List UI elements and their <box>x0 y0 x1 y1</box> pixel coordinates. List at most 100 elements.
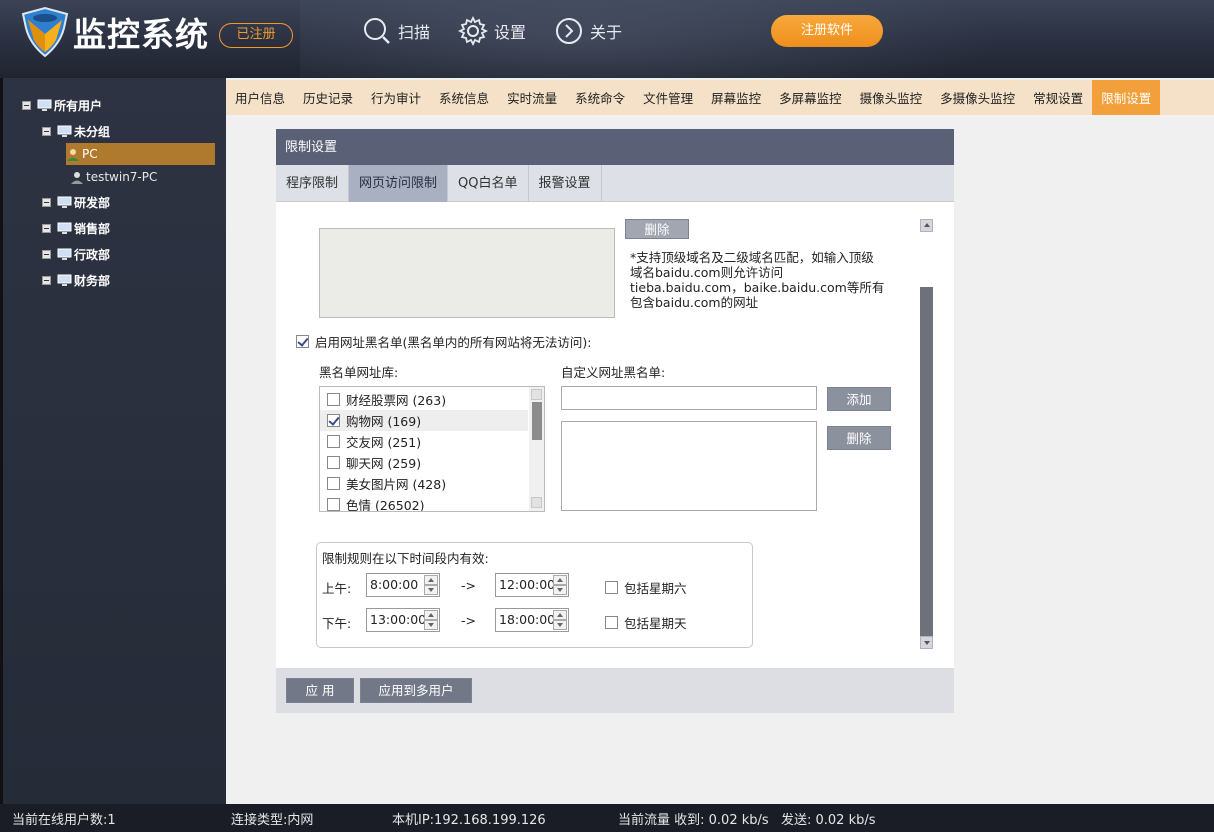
list-item[interactable]: 交友网 (251) <box>320 431 528 452</box>
tree-node-pc[interactable]: PC <box>66 143 215 165</box>
collapse-icon[interactable] <box>42 249 51 259</box>
tree-node-testwin7-pc[interactable]: testwin7-PC <box>70 167 157 187</box>
collapse-icon[interactable] <box>42 223 51 233</box>
include-sunday-option[interactable]: 包括星期天 <box>605 613 687 632</box>
user-icon <box>67 148 79 161</box>
tree-label: PC <box>82 147 98 161</box>
tab-multi-screen-monitor[interactable]: 多屏幕监控 <box>770 80 851 115</box>
tab-file-manager[interactable]: 文件管理 <box>634 80 702 115</box>
list-item[interactable]: 财经股票网 (263) <box>320 389 528 410</box>
scroll-down-icon[interactable] <box>920 636 933 649</box>
include-sunday-checkbox[interactable] <box>605 616 618 629</box>
spin-down-icon[interactable] <box>553 585 567 595</box>
scan-button[interactable]: 扫描 <box>362 16 430 46</box>
web-restriction-content: 删除 *支持顶级域名及二级域名匹配，如输入顶级域名baidu.com则允许访问t… <box>276 202 954 668</box>
settings-button[interactable]: 设置 <box>458 16 526 46</box>
subtab-qq-whitelist[interactable]: QQ白名单 <box>448 165 529 202</box>
tab-system-command[interactable]: 系统命令 <box>566 80 634 115</box>
lib-item-checkbox[interactable] <box>327 393 340 406</box>
spin-up-icon[interactable] <box>553 610 567 620</box>
spin-up-icon[interactable] <box>424 575 438 585</box>
about-button[interactable]: 关于 <box>554 16 622 46</box>
tab-behavior-audit[interactable]: 行为审计 <box>362 80 430 115</box>
lib-item-label: 美女图片网 (428) <box>346 477 447 492</box>
custom-url-input[interactable] <box>561 386 817 410</box>
tree-node-admin[interactable]: 行政部 <box>42 244 110 264</box>
monitor-group-icon <box>37 99 52 111</box>
scroll-up-icon[interactable] <box>531 389 542 400</box>
time-value: 18:00:00 <box>499 612 556 627</box>
lib-item-label: 购物网 (169) <box>346 414 422 429</box>
about-label: 关于 <box>590 23 623 42</box>
app-logo <box>21 6 69 58</box>
tab-realtime-traffic[interactable]: 实时流量 <box>498 80 566 115</box>
spin-down-icon[interactable] <box>553 620 567 630</box>
tab-general-settings[interactable]: 常规设置 <box>1024 80 1092 115</box>
custom-blacklist-listbox[interactable] <box>561 421 817 511</box>
tree-label: 研发部 <box>74 195 111 210</box>
lib-item-checkbox[interactable] <box>327 498 340 511</box>
subtab-alarm-settings[interactable]: 报警设置 <box>529 165 602 202</box>
scroll-thumb[interactable] <box>920 287 933 636</box>
include-saturday-option[interactable]: 包括星期六 <box>605 578 687 597</box>
list-item[interactable]: 色情 (26502) <box>320 494 528 511</box>
add-url-button[interactable]: 添加 <box>827 387 891 411</box>
collapse-icon[interactable] <box>42 197 51 207</box>
tree-node-all-users[interactable]: 所有用户 <box>22 95 102 115</box>
collapse-icon[interactable] <box>42 275 51 285</box>
scroll-thumb[interactable] <box>532 402 542 440</box>
pm-start-time-input[interactable]: 13:00:00 <box>366 608 440 632</box>
chevron-right-circle-icon <box>556 18 582 44</box>
include-saturday-checkbox[interactable] <box>605 581 618 594</box>
am-start-time-input[interactable]: 8:00:00 <box>366 573 440 597</box>
apply-to-multiple-users-button[interactable]: 应用到多用户 <box>360 678 472 703</box>
collapse-icon[interactable] <box>22 100 31 110</box>
apply-button[interactable]: 应 用 <box>286 678 354 703</box>
library-scrollbar[interactable] <box>529 387 544 511</box>
spin-down-icon[interactable] <box>424 585 438 595</box>
enable-blacklist-checkbox[interactable] <box>296 335 309 348</box>
lib-item-checkbox[interactable] <box>327 435 340 448</box>
delete-url-button[interactable]: 删除 <box>827 426 891 450</box>
tree-node-finance[interactable]: 财务部 <box>42 270 110 290</box>
delete-whitelist-button[interactable]: 删除 <box>625 219 689 239</box>
content-scrollbar[interactable] <box>920 219 934 649</box>
blacklist-library-list[interactable]: 财经股票网 (263) 购物网 (169) 交友网 (251) 聊天网 (259… <box>319 386 545 512</box>
tab-restriction-settings[interactable]: 限制设置 <box>1092 80 1161 115</box>
tab-system-info[interactable]: 系统信息 <box>430 80 498 115</box>
tab-user-info[interactable]: 用户信息 <box>226 80 294 115</box>
list-item[interactable]: 购物网 (169) <box>320 410 528 431</box>
scroll-up-icon[interactable] <box>920 219 933 232</box>
subtab-program-restriction[interactable]: 程序限制 <box>276 165 350 202</box>
whitelist-listbox[interactable] <box>319 228 615 318</box>
spin-up-icon[interactable] <box>553 575 567 585</box>
register-software-button[interactable]: 注册软件 <box>771 15 883 47</box>
tree-label: 所有用户 <box>54 98 103 113</box>
monitor-group-icon <box>57 222 72 234</box>
am-end-time-input[interactable]: 12:00:00 <box>495 573 569 597</box>
subtab-web-restriction[interactable]: 网页访问限制 <box>349 165 449 202</box>
collapse-icon[interactable] <box>42 126 51 136</box>
pm-end-time-input[interactable]: 18:00:00 <box>495 608 569 632</box>
tab-screen-monitor[interactable]: 屏幕监控 <box>702 80 770 115</box>
lib-item-checkbox[interactable] <box>327 456 340 469</box>
tree-node-rnd[interactable]: 研发部 <box>42 192 110 212</box>
spin-down-icon[interactable] <box>424 620 438 630</box>
status-bar: 当前在线用户数:1 连接类型:内网 本机IP:192.168.199.126 当… <box>0 804 1214 832</box>
scroll-down-icon[interactable] <box>531 497 542 508</box>
list-item[interactable]: 聊天网 (259) <box>320 452 528 473</box>
spin-up-icon[interactable] <box>424 610 438 620</box>
tab-multi-camera-monitor[interactable]: 多摄像头监控 <box>931 80 1024 115</box>
enable-blacklist-option[interactable]: 启用网址黑名单(黑名单内的所有网站将无法访问): <box>296 332 591 351</box>
panel-title: 限制设置 <box>276 129 954 165</box>
main-area: 用户信息 历史记录 行为审计 系统信息 实时流量 系统命令 文件管理 屏幕监控 … <box>226 78 1214 804</box>
tab-camera-monitor[interactable]: 摄像头监控 <box>851 80 932 115</box>
tree-node-sales[interactable]: 销售部 <box>42 218 110 238</box>
lib-item-checkbox[interactable] <box>327 414 340 427</box>
list-item[interactable]: 美女图片网 (428) <box>320 473 528 494</box>
tree-node-ungrouped[interactable]: 未分组 <box>42 121 110 141</box>
tab-history[interactable]: 历史记录 <box>294 80 362 115</box>
lib-item-checkbox[interactable] <box>327 477 340 490</box>
app-header: 监控系统 已注册 扫描 设置 关于 注册软件 <box>0 0 1214 78</box>
include-sunday-label: 包括星期天 <box>624 616 687 631</box>
